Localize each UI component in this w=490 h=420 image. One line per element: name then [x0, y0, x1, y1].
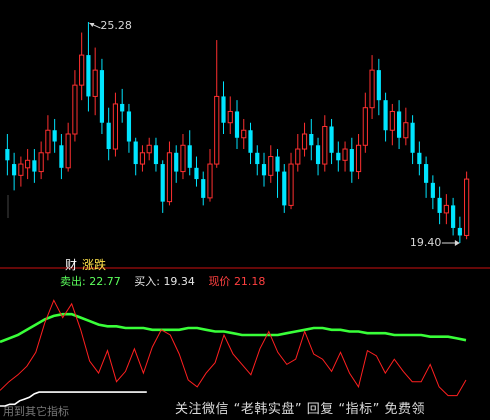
candle-body — [174, 152, 179, 172]
candle-body — [295, 148, 301, 165]
candle-body — [248, 130, 253, 153]
candle-body — [106, 122, 111, 150]
candle-body — [112, 103, 119, 150]
candle-body — [12, 164, 17, 176]
buy-label: 买入: — [134, 275, 160, 288]
candle-body — [349, 149, 354, 172]
buy-value: 19.34 — [163, 275, 195, 288]
chart-window: 25.28 19.40 财 涨跌 卖出: 22.77 买入: 19.34 现价 … — [0, 0, 490, 420]
candle-body — [207, 163, 213, 199]
candle-body — [424, 164, 429, 183]
candle-body — [309, 134, 314, 146]
candle-body — [146, 144, 152, 154]
candle-body — [180, 144, 186, 173]
candle-body — [120, 103, 125, 112]
candle-body — [383, 100, 388, 131]
candle-body — [126, 111, 132, 142]
candle-body — [437, 197, 442, 213]
candle-body — [166, 152, 173, 203]
candle-body — [86, 55, 91, 97]
candle-body — [389, 110, 395, 131]
candle-body — [160, 164, 165, 202]
badge-change: 涨跌 — [82, 258, 107, 272]
candle-body — [275, 156, 280, 172]
candle-body — [457, 227, 462, 236]
candle-body — [38, 152, 44, 173]
candle-body — [59, 145, 64, 168]
indicator-legend: 卖出: 22.77 买入: 19.34 现价 21.18 — [60, 273, 265, 289]
candlestick-chart[interactable] — [0, 0, 490, 420]
candle-body — [464, 178, 470, 236]
high-price-label: 25.28 — [100, 19, 132, 33]
candle-body — [336, 152, 341, 161]
candle-body — [139, 152, 146, 165]
candle-body — [32, 160, 37, 172]
candle-body — [201, 179, 206, 198]
candle-body — [234, 111, 240, 138]
badge-finance: 财 — [65, 258, 78, 272]
candle-body — [451, 205, 456, 228]
candle-body — [410, 122, 415, 153]
price-label: 现价 — [208, 275, 231, 288]
candle-body — [241, 129, 247, 139]
candle-body — [301, 133, 308, 150]
candle-body — [221, 96, 226, 123]
candle-body — [92, 69, 98, 97]
candle-body — [355, 144, 362, 173]
candle-body — [369, 69, 375, 109]
promo-footer: 关注微信 “老韩实盘” 回复 “指标” 免费领 — [175, 402, 425, 417]
candle-body — [288, 163, 294, 206]
candle-body — [322, 125, 328, 165]
candle-body — [376, 70, 381, 101]
candle-body — [194, 167, 199, 180]
candle-body — [72, 84, 78, 135]
candle-body — [153, 145, 159, 165]
sell-value: 22.77 — [89, 275, 121, 288]
price-value: 21.18 — [233, 275, 266, 288]
candle-body — [52, 130, 57, 142]
candle-body — [65, 133, 71, 169]
low-price-label: 19.40 — [409, 235, 442, 249]
candle-body — [79, 54, 85, 86]
candle-body — [99, 70, 105, 123]
candle-body — [268, 156, 274, 176]
candle-body — [25, 159, 31, 169]
candle-body — [261, 164, 267, 176]
low-arrow-head — [454, 239, 460, 246]
candle-body — [403, 122, 409, 139]
candle-body — [214, 95, 220, 165]
candle-body — [187, 145, 192, 168]
candle-body — [133, 141, 138, 165]
candle-body — [227, 110, 233, 124]
candle-body — [417, 152, 422, 165]
candle-body — [329, 126, 334, 153]
candle-body — [342, 148, 348, 161]
candle-body — [18, 163, 24, 176]
candle-body — [255, 152, 260, 165]
sell-label: 卖出: — [60, 275, 86, 288]
candle-body — [45, 129, 51, 154]
candle-body — [430, 182, 435, 198]
watermark-left: 用到其它指标 — [3, 405, 69, 418]
candle-body — [5, 149, 10, 161]
candle-body — [362, 107, 368, 146]
candle-body — [443, 204, 449, 214]
candle-body — [396, 111, 402, 138]
sell-line — [0, 312, 467, 344]
candle-body — [315, 145, 321, 165]
candle-body — [282, 171, 287, 206]
